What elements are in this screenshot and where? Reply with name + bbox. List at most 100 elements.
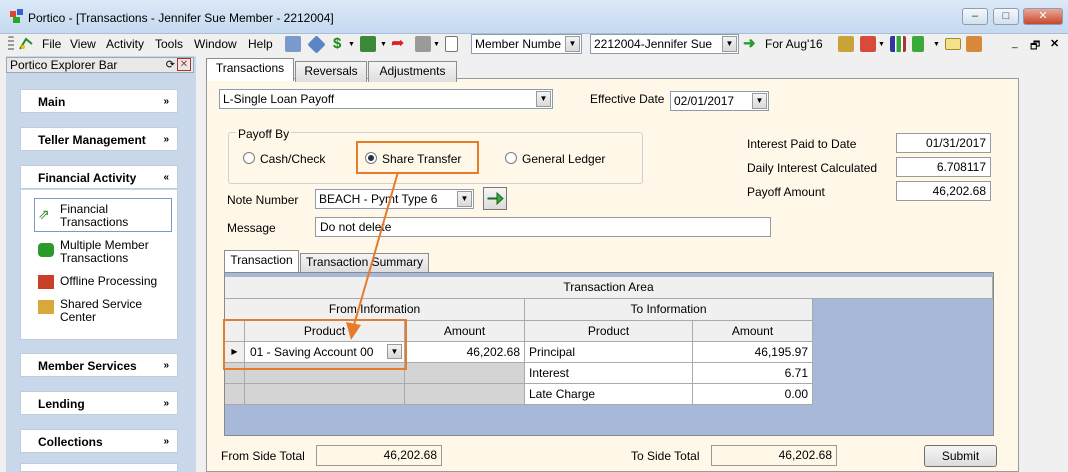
- chevron-down-icon[interactable]: ▼: [933, 41, 940, 48]
- multiple-member-icon: [38, 243, 54, 257]
- cash-icon[interactable]: [360, 36, 376, 52]
- sidebar-item-offline-processing[interactable]: Offline Processing: [60, 275, 157, 288]
- to-product-principal: Principal: [525, 342, 693, 363]
- menu-view[interactable]: View: [70, 37, 96, 51]
- section-lending-label: Lending: [38, 397, 85, 411]
- search-by-value: Member Numbe: [475, 37, 562, 51]
- radio-general-ledger[interactable]: [505, 152, 517, 164]
- section-collections-label: Collections: [38, 435, 103, 449]
- tab-transactions[interactable]: Transactions: [206, 58, 294, 81]
- transaction-type-select[interactable]: L-Single Loan Payoff ▼: [219, 89, 553, 109]
- double-chevron-down-icon: »: [163, 96, 169, 107]
- grid-row-spacer: [225, 384, 245, 405]
- chevron-down-icon[interactable]: ▼: [565, 36, 580, 52]
- grid-empty-cell: [245, 384, 405, 405]
- mdi-minimize-icon[interactable]: _: [1012, 38, 1018, 49]
- daily-interest-field: 6.708117: [896, 157, 991, 177]
- document-icon[interactable]: [445, 36, 458, 52]
- period-label: For Aug'16: [765, 37, 823, 51]
- green-arrow-icon: [487, 191, 504, 206]
- section-lending[interactable]: Lending »: [20, 391, 178, 415]
- section-financial-label: Financial Activity: [38, 171, 137, 185]
- double-chevron-down-icon: »: [163, 360, 169, 371]
- cash-check-label[interactable]: Cash/Check: [260, 152, 325, 166]
- payoff-by-label: Payoff By: [236, 127, 292, 141]
- section-financial-activity[interactable]: Financial Activity «: [20, 165, 178, 189]
- close-icon[interactable]: ✕: [177, 58, 191, 71]
- chart-icon[interactable]: [890, 36, 906, 52]
- section-member-services[interactable]: Member Services »: [20, 353, 178, 377]
- tab-reversals[interactable]: Reversals: [295, 61, 367, 82]
- close-button[interactable]: ✕: [1023, 8, 1063, 25]
- go-button[interactable]: [483, 187, 507, 210]
- menu-file[interactable]: File: [42, 37, 61, 51]
- note-number-label: Note Number: [227, 193, 299, 207]
- search-by-select[interactable]: Member Numbe ▼: [471, 34, 582, 54]
- payoff-amount-label: Payoff Amount: [747, 185, 825, 199]
- shared-service-icon: [38, 300, 54, 314]
- menu-window[interactable]: Window: [194, 37, 237, 51]
- clipboard-icon[interactable]: [912, 36, 924, 52]
- transaction-icon: ⇗: [38, 206, 50, 222]
- chevron-down-icon[interactable]: ▼: [752, 93, 767, 109]
- explorer-title-text: Portico Explorer Bar: [10, 58, 118, 72]
- dollar-icon[interactable]: $: [333, 36, 349, 52]
- chevron-down-icon[interactable]: ▼: [380, 41, 387, 48]
- double-chevron-down-icon: »: [163, 436, 169, 447]
- radio-cash-check[interactable]: [243, 152, 255, 164]
- grip-icon: [8, 36, 14, 52]
- transaction-icon[interactable]: [18, 36, 34, 52]
- interest-paid-field: 01/31/2017: [896, 133, 991, 153]
- to-product-interest: Interest: [525, 363, 693, 384]
- menu-tools[interactable]: Tools: [155, 37, 183, 51]
- menu-activity[interactable]: Activity: [106, 37, 144, 51]
- to-side-total-field: 46,202.68: [711, 445, 837, 466]
- transfer-icon[interactable]: [860, 36, 876, 52]
- section-member-services-label: Member Services: [38, 359, 137, 373]
- grid-empty-cell: [405, 363, 525, 384]
- tab-adjustments[interactable]: Adjustments: [368, 61, 457, 82]
- briefcase-icon[interactable]: [966, 36, 982, 52]
- effective-date-picker[interactable]: 02/01/2017 ▼: [670, 91, 769, 111]
- people-icon[interactable]: [838, 36, 854, 52]
- grid-header-to-product: Product: [525, 321, 693, 342]
- message-label: Message: [227, 221, 276, 235]
- to-amount-late-charge[interactable]: 0.00: [693, 384, 813, 405]
- chevron-down-icon[interactable]: ▼: [878, 41, 885, 48]
- redo-arrow-icon[interactable]: ➦: [391, 36, 407, 52]
- printer-icon[interactable]: [415, 36, 431, 52]
- from-side-total-label: From Side Total: [221, 449, 305, 463]
- double-chevron-up-icon: «: [163, 172, 169, 183]
- envelope-icon[interactable]: [945, 38, 961, 50]
- to-amount-interest[interactable]: 6.71: [693, 363, 813, 384]
- tab-transaction[interactable]: Transaction: [224, 250, 299, 272]
- chevron-down-icon[interactable]: ▼: [348, 41, 355, 48]
- grid-header-to-amount: Amount: [693, 321, 813, 342]
- mdi-close-icon[interactable]: ✕: [1050, 37, 1059, 50]
- minimize-button[interactable]: –: [962, 8, 988, 25]
- chevron-down-icon[interactable]: ▼: [722, 36, 737, 52]
- mdi-restore-icon[interactable]: 🗗: [1030, 37, 1040, 56]
- general-ledger-label[interactable]: General Ledger: [522, 152, 605, 166]
- calculator-icon[interactable]: [285, 36, 301, 52]
- to-amount-principal[interactable]: 46,195.97: [693, 342, 813, 363]
- section-main[interactable]: Main »: [20, 89, 178, 113]
- section-teller-management[interactable]: Teller Management »: [20, 127, 178, 151]
- section-collections[interactable]: Collections »: [20, 429, 178, 453]
- sidebar-item-multiple-member[interactable]: Multiple Member Transactions: [60, 239, 149, 265]
- menu-help[interactable]: Help: [248, 37, 273, 51]
- pin-icon[interactable]: ⟳: [166, 58, 175, 72]
- sidebar-item-shared-service[interactable]: Shared Service Center: [60, 298, 142, 324]
- go-arrow-icon[interactable]: ➜: [743, 36, 759, 52]
- explorer-bar-title: Portico Explorer Bar ⟳ ✕: [6, 57, 194, 73]
- from-amount-cell[interactable]: 46,202.68: [405, 342, 525, 363]
- chevron-down-icon[interactable]: ▼: [433, 41, 440, 48]
- chevron-down-icon[interactable]: ▼: [536, 91, 551, 107]
- submit-button[interactable]: Submit: [924, 445, 997, 467]
- member-value: 2212004-Jennifer Sue: [594, 37, 713, 51]
- chevron-down-icon[interactable]: ▼: [457, 191, 472, 207]
- sidebar-item-label: Financial Transactions: [60, 202, 129, 229]
- annotation-arrow: [346, 171, 399, 340]
- maximize-button[interactable]: □: [993, 8, 1019, 25]
- member-select[interactable]: 2212004-Jennifer Sue ▼: [590, 34, 739, 54]
